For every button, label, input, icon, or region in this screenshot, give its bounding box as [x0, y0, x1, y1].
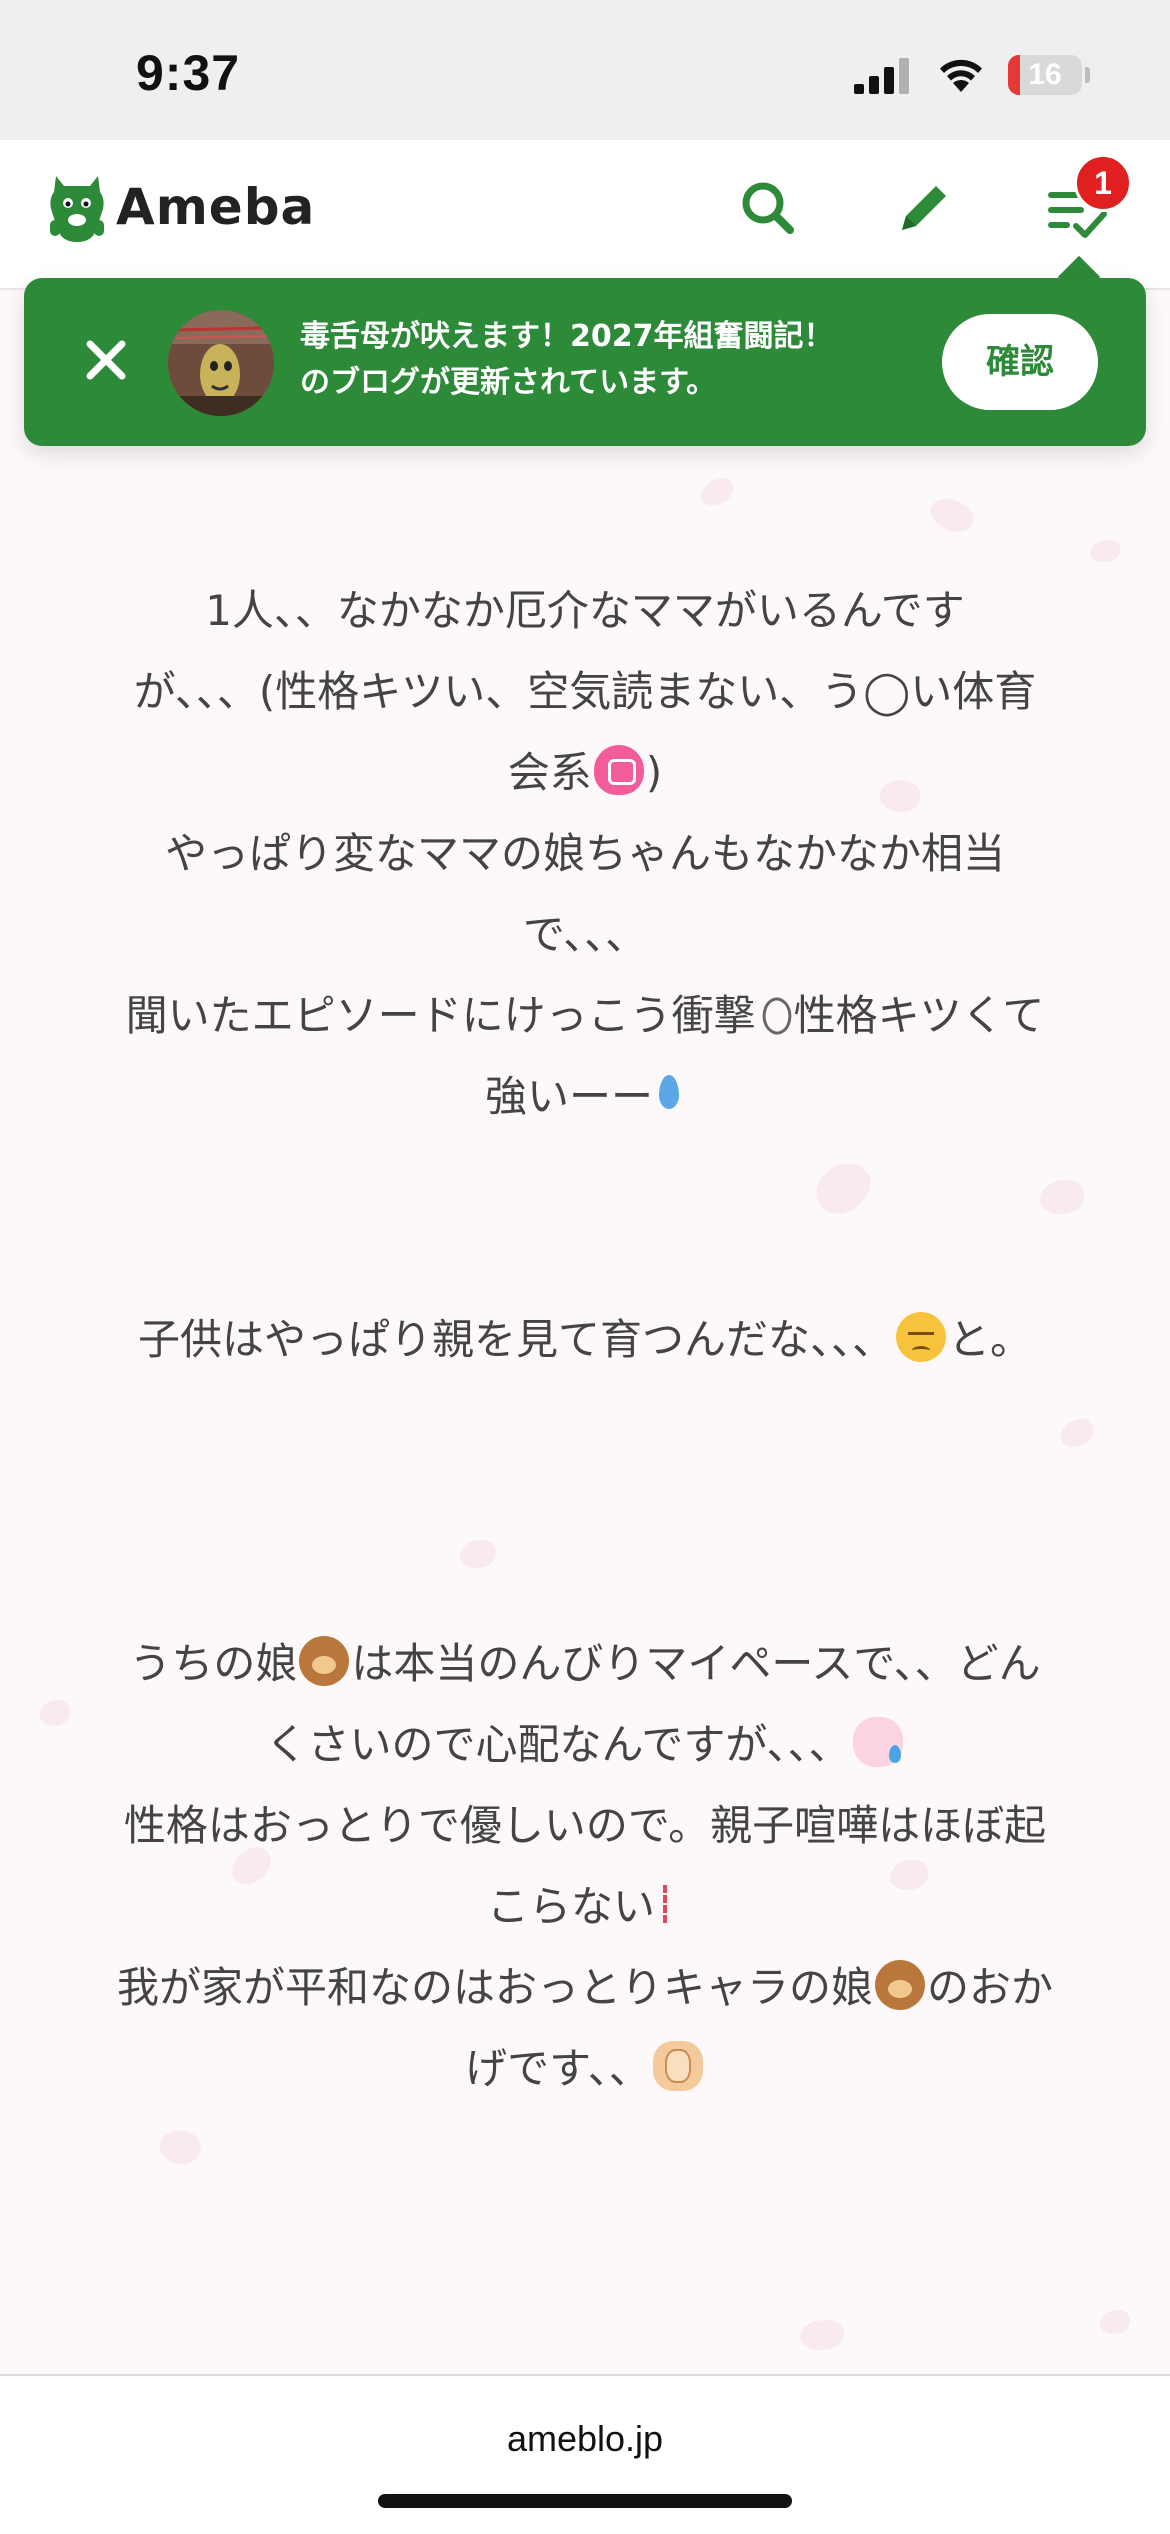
- article-line: うちの娘: [129, 1639, 298, 1688]
- article-line: 性格キツくて: [793, 991, 1045, 1040]
- article-line: 性格はおっとりで優しいので。親子喧嘩はほぼ起: [123, 1801, 1047, 1850]
- background-petal: [696, 474, 738, 510]
- background-petal: [1090, 540, 1120, 562]
- battery-level-text: 16: [1028, 58, 1062, 91]
- confirm-button[interactable]: 確認: [942, 314, 1098, 410]
- article-line: げです、、: [465, 2044, 651, 2093]
- ameba-mascot-logo-icon[interactable]: [46, 170, 108, 246]
- background-petal: [1100, 2310, 1130, 2334]
- article-line: 聞いたエピソードにけっこう衝撃: [125, 991, 756, 1040]
- article-body: 1人、、なかなか厄介なママがいるんです が、、、(性格キツい、空気読まない、う◯…: [40, 570, 1130, 2109]
- wifi-icon: [940, 59, 982, 92]
- pencil-icon[interactable]: [892, 176, 956, 240]
- status-time: 9:37: [136, 45, 241, 101]
- article-line: と。: [948, 1315, 1033, 1364]
- toast-message-line: 毒舌母が吠えます！2027年組奮闘記！: [300, 319, 834, 354]
- notification-badge[interactable]: 1: [1074, 154, 1132, 212]
- bear-girl-emoji-icon: [299, 1636, 350, 1686]
- article-line: くさいので心配なんですが、、、: [265, 1720, 851, 1769]
- avatar-image: [168, 310, 274, 416]
- bear-girl-emoji-icon: [875, 1960, 925, 2010]
- shock-scribble-emoji-icon: [758, 988, 792, 1038]
- article-line: のおか: [927, 1963, 1054, 2012]
- close-icon[interactable]: [84, 338, 128, 382]
- article-line: が、、、(性格キツい、空気読まない、う◯い体育: [133, 667, 1037, 716]
- sweat-drop-emoji-icon: [655, 1069, 683, 1119]
- article-line: 我が家が平和なのはおっとりキャラの娘: [116, 1963, 873, 2012]
- article-paragraph: 1人、、なかなか厄介なママがいるんです が、、、(性格キツい、空気読まない、う◯…: [40, 570, 1130, 1137]
- ameba-logo-text[interactable]: Ameba: [116, 178, 315, 236]
- blog-avatar[interactable]: [168, 310, 274, 416]
- article-line: ): [645, 748, 663, 797]
- article-line: 強いーー: [484, 1072, 653, 1121]
- article-line: 1人、、なかなか厄介なママがいるんです: [205, 586, 965, 635]
- article-line: 会系: [507, 748, 592, 797]
- laughing-heart-emoji-icon: [593, 745, 644, 795]
- status-bar: 9:37 16: [0, 0, 1170, 140]
- browser-url-bar[interactable]: ameblo.jp: [0, 2374, 1170, 2534]
- background-petal: [925, 491, 979, 539]
- article-line: で、、、: [522, 910, 648, 959]
- article-line: 子供はやっぱり親を見て育つんだな、、、: [137, 1315, 894, 1364]
- home-indicator[interactable]: [378, 2494, 792, 2508]
- battery-icon: 16: [1008, 55, 1082, 95]
- battery-cap: [1085, 67, 1090, 83]
- pensive-face-emoji-icon: [896, 1312, 946, 1362]
- article-paragraph: うちの娘 は本当のんびりマイペースで、、どん くさいので心配なんですが、、、 性格…: [40, 1623, 1130, 2109]
- blog-update-toast: 毒舌母が吠えます！2027年組奮闘記！ のブログが更新されています。 確認: [24, 278, 1146, 446]
- article-line: は本当のんびりマイペースで、、どん: [351, 1639, 1041, 1688]
- toast-message: 毒舌母が吠えます！2027年組奮闘記！ のブログが更新されています。: [300, 314, 880, 406]
- app-header: Ameba 1: [0, 140, 1170, 290]
- article-line: こらない: [486, 1882, 655, 1931]
- background-petal: [154, 2123, 206, 2171]
- red-dash-emoji-icon: [657, 1879, 681, 1929]
- bunny-sweat-emoji-icon: [852, 1717, 903, 1767]
- cellular-signal-icon: [854, 58, 909, 94]
- article-paragraph: 子供はやっぱり親を見て育つんだな、、、 と。: [40, 1299, 1130, 1380]
- url-text[interactable]: ameblo.jp: [0, 2418, 1170, 2460]
- clapping-hands-emoji-icon: [652, 2041, 703, 2091]
- article-line: やっぱり変なママの娘ちゃんもなかなか相当: [164, 829, 1005, 878]
- toast-message-line: のブログが更新されています。: [300, 365, 717, 400]
- background-petal: [800, 2320, 844, 2350]
- search-icon[interactable]: [740, 180, 796, 236]
